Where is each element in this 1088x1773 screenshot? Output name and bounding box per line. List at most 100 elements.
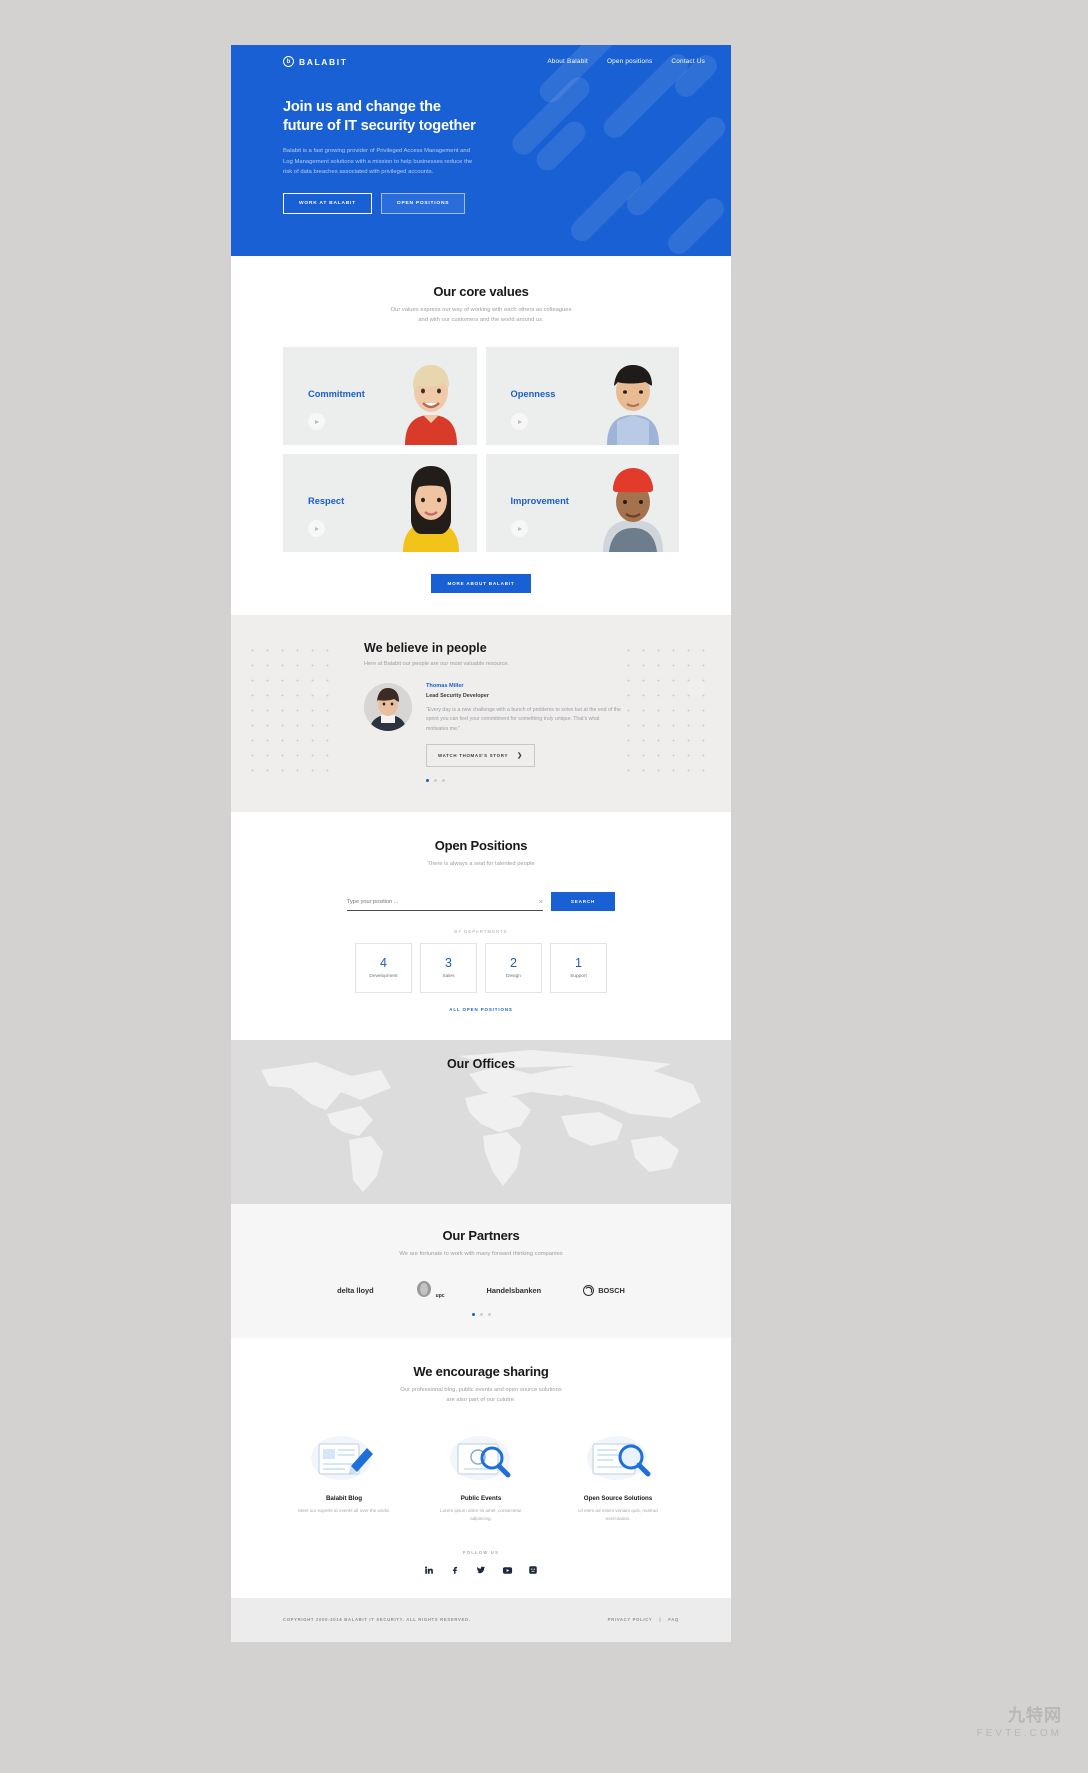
hero-title: Join us and change the future of IT secu… (283, 98, 731, 135)
sharing-card-blog[interactable]: Balabit Blog Meet our experts at events … (292, 1429, 396, 1523)
sharing-card-desc: Meet our experts at events all over the … (298, 1508, 390, 1514)
linkedin-icon[interactable] (424, 1565, 435, 1576)
search-input[interactable] (346, 899, 539, 906)
departments-grid: 4 Development 3 Sales 2 Design 1 Support (231, 942, 731, 993)
open-positions-title: Open Positions (434, 838, 528, 854)
partner-logo-delta-lloyd: delta lloyd (337, 1285, 374, 1295)
follow-us-label: FOLLOW US (463, 1549, 499, 1555)
our-offices-title: Our Offices (446, 1056, 516, 1071)
our-partners-subtitle: We are fortunate to work with many forwa… (399, 1250, 563, 1257)
pagination-dot[interactable] (434, 779, 437, 783)
nav-links: About Balabit Open positions Contact Us (547, 58, 705, 65)
our-partners-title: Our Partners (442, 1227, 520, 1243)
core-values-section: Our core values Our values express our w… (231, 256, 731, 616)
value-card-label: Openness (510, 389, 556, 400)
work-at-balabit-button[interactable]: WORK AT BALABIT (283, 193, 372, 215)
department-name: Support (570, 974, 587, 980)
pagination-dot[interactable] (487, 1313, 491, 1317)
sharing-card-title: Public Events (460, 1495, 502, 1503)
nav-item-contact[interactable]: Contact Us (671, 58, 705, 65)
events-search-icon (429, 1429, 533, 1487)
value-card-respect[interactable]: Respect (283, 454, 477, 553)
pagination-dot[interactable] (442, 779, 445, 783)
partners-pagination[interactable] (231, 1313, 731, 1317)
more-about-balabit-button[interactable]: MORE ABOUT BALABIT (431, 574, 531, 594)
hero-content: Join us and change the future of IT secu… (231, 67, 731, 215)
sharing-card-opensource[interactable]: Open Source Solutions Ut enim ad minim v… (566, 1429, 670, 1523)
department-name: Sales (442, 974, 455, 980)
value-card-label: Respect (308, 496, 345, 507)
sharing-card-title: Open Source Solutions (583, 1495, 653, 1503)
value-card-commitment[interactable]: Commitment (283, 347, 477, 446)
core-values-title: Our core values (433, 284, 529, 299)
core-values-subtitle: Our values express our way of working wi… (231, 306, 731, 325)
facebook-icon[interactable] (450, 1565, 461, 1576)
hero-description: Balabit is a fast growing provider of Pr… (283, 148, 473, 175)
testimonial-role: Lead Security Developer (426, 693, 489, 700)
we-encourage-sharing-section: We encourage sharing Our professional bl… (231, 1338, 731, 1598)
website-page: b BALABIT About Balabit Open positions C… (231, 45, 731, 1642)
footer-divider: | (659, 1617, 662, 1623)
department-card-design[interactable]: 2 Design (485, 942, 542, 993)
sharing-card-desc: Lorem ipsum dolor sit amet, consectetur … (440, 1508, 522, 1522)
our-partners-section: Our Partners We are fortunate to work wi… (231, 1203, 731, 1339)
sharing-title: We encourage sharing (413, 1364, 549, 1380)
position-search-row: × SEARCH (231, 891, 731, 911)
sharing-subtitle-line2: are also part of our culutre. (446, 1396, 516, 1403)
hero-buttons: WORK AT BALABIT OPEN POSITIONS (283, 193, 731, 215)
balabit-logo-icon: b (283, 56, 294, 67)
portrait-improvement (587, 454, 679, 553)
value-card-openness[interactable]: Openness (485, 347, 679, 446)
department-card-support[interactable]: 1 Support (550, 942, 607, 993)
play-icon[interactable] (510, 520, 528, 538)
privacy-policy-link[interactable]: PRIVACY POLICY (608, 1617, 653, 1622)
value-card-improvement[interactable]: Improvement (485, 454, 679, 553)
partner-logo-upc: upc (416, 1281, 445, 1299)
department-card-sales[interactable]: 3 Sales (420, 942, 477, 993)
testimonial: Thomas Miller Lead Security Developer “E… (364, 683, 731, 783)
play-icon[interactable] (308, 413, 325, 431)
github-icon[interactable] (528, 1565, 539, 1576)
sharing-subtitle: Our professional blog, public events and… (231, 1386, 731, 1405)
partner-logo-bosch: BOSCH (583, 1284, 625, 1296)
pagination-dot[interactable] (479, 1313, 483, 1317)
watch-story-label: WATCH THOMAS'S STORY (438, 753, 509, 759)
play-icon[interactable] (308, 520, 325, 538)
open-positions-button[interactable]: OPEN POSITIONS (380, 193, 466, 215)
copyright-text: COPYRIGHT 2000-2016 BALABIT IT SECURITY.… (283, 1617, 471, 1623)
people-title: We believe in people (364, 641, 487, 656)
department-card-development[interactable]: 4 Development (355, 942, 412, 993)
nav-item-about[interactable]: About Balabit (547, 58, 588, 65)
partner-logo-handelsbanken: Handelsbanken (486, 1285, 542, 1295)
value-card-label: Commitment (308, 389, 365, 400)
open-positions-subtitle: There is always a seat for talented peop… (427, 861, 535, 868)
brand-name: BALABIT (299, 56, 348, 67)
blog-pencil-icon (292, 1429, 396, 1487)
sharing-cards: Balabit Blog Meet our experts at events … (231, 1429, 731, 1523)
main-navigation: b BALABIT About Balabit Open positions C… (231, 45, 731, 67)
sharing-card-events[interactable]: Public Events Lorem ipsum dolor sit amet… (429, 1429, 533, 1523)
twitter-icon[interactable] (476, 1565, 487, 1576)
chevron-right-icon: ❯ (517, 753, 523, 760)
testimonial-pagination[interactable] (426, 779, 622, 783)
watermark-line2: FEVTE.COM (976, 1728, 1062, 1739)
department-count: 3 (445, 956, 452, 971)
play-icon[interactable] (510, 413, 528, 431)
department-count: 2 (510, 956, 517, 971)
page-footer: COPYRIGHT 2000-2016 BALABIT IT SECURITY.… (231, 1597, 731, 1642)
nav-item-open-positions[interactable]: Open positions (607, 58, 652, 65)
watch-story-button[interactable]: WATCH THOMAS'S STORY ❯ (426, 744, 535, 768)
pagination-dot-active[interactable] (426, 779, 429, 783)
by-departments-label: BY DEPARTMENTS (454, 928, 508, 934)
close-icon[interactable]: × (539, 899, 543, 906)
value-card-label: Improvement (510, 496, 569, 507)
core-values-subtitle-line1: Our values express our way of working wi… (390, 307, 572, 313)
brand-logo[interactable]: b BALABIT (283, 56, 348, 67)
department-count: 1 (575, 956, 582, 971)
search-button[interactable]: SEARCH (550, 891, 616, 911)
all-open-positions-link[interactable]: ALL OPEN POSITIONS (231, 1007, 731, 1012)
faq-link[interactable]: FAQ (668, 1617, 679, 1622)
pagination-dot-active[interactable] (471, 1313, 475, 1317)
partner-logos: delta lloyd upc Handelsbanken BOSCH (231, 1281, 731, 1299)
youtube-icon[interactable] (502, 1565, 513, 1576)
